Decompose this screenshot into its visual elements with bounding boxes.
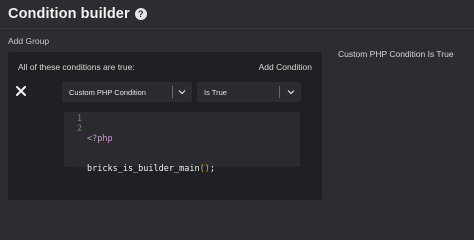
condition-group-header: All of these conditions are true: Add Co…	[8, 52, 322, 78]
close-icon[interactable]	[16, 86, 26, 96]
condition-operator-value: Is True	[204, 88, 227, 97]
select-separator	[279, 86, 280, 98]
page-title: Condition builder	[8, 6, 130, 22]
header-divider	[0, 28, 474, 29]
condition-builder: Condition builder ? Add Group All of the…	[0, 0, 474, 209]
condition-operator-select[interactable]: Is True	[197, 82, 301, 102]
chevron-down-icon	[178, 90, 186, 95]
select-separator	[172, 86, 173, 98]
statement-terminator: ;	[209, 164, 215, 174]
condition-summary: Custom PHP Condition Is True	[338, 49, 454, 59]
code-line: bricks_is_builder_main();	[87, 164, 215, 174]
condition-type-select[interactable]: Custom PHP Condition	[62, 82, 192, 102]
function-parens: ()	[199, 164, 210, 174]
php-open-tag: <?php	[87, 134, 113, 144]
add-group-button[interactable]: Add Group	[8, 36, 49, 46]
code-lines: <?php bricks_is_builder_main();	[87, 114, 215, 194]
line-number: 2	[76, 124, 82, 134]
line-number: 1	[76, 114, 82, 124]
group-description: All of these conditions are true:	[18, 62, 135, 72]
line-number-gutter: 1 2	[64, 114, 82, 134]
code-line: <?php	[87, 134, 215, 144]
help-icon[interactable]: ?	[134, 8, 147, 20]
function-name: bricks_is_builder_main	[87, 164, 200, 174]
condition-builder-header: Condition builder ?	[8, 6, 147, 22]
chevron-down-icon	[287, 90, 295, 95]
condition-type-value: Custom PHP Condition	[69, 88, 146, 97]
php-code-editor[interactable]: 1 2 <?php bricks_is_builder_main();	[64, 112, 300, 174]
add-condition-button[interactable]: Add Condition	[259, 62, 312, 72]
